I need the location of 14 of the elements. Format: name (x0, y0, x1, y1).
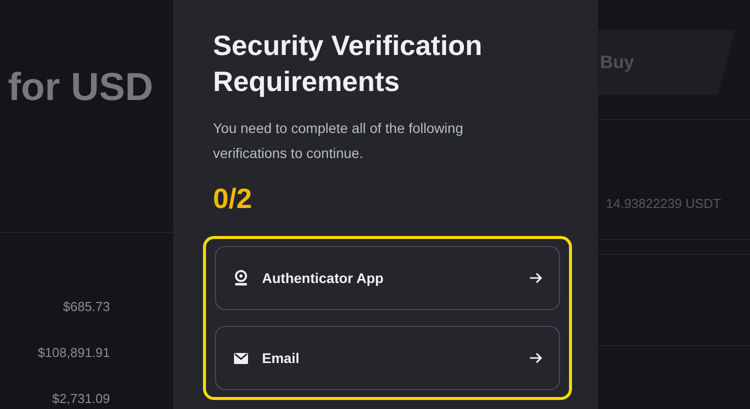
page-heading: for USD (8, 66, 154, 110)
price-text: $685.73 (63, 298, 110, 316)
balance-text: 14.93822239 USDT (606, 196, 722, 211)
progress-count: 0/2 (213, 182, 253, 216)
arrow-right-icon (529, 352, 543, 364)
price-text: $108,891.91 (38, 344, 110, 362)
authenticator-icon (234, 270, 248, 286)
dialog-description: You need to complete all of the following verifications to continue. (213, 119, 464, 163)
verification-method-button[interactable]: Authenticator App (215, 246, 560, 310)
verification-method-button[interactable]: Email (215, 326, 560, 390)
arrow-right-icon (529, 272, 543, 284)
envelope-icon (234, 352, 248, 364)
price-text: $2,731.09 (52, 390, 110, 408)
dialog-title: Security Verification Requirements (213, 29, 484, 99)
